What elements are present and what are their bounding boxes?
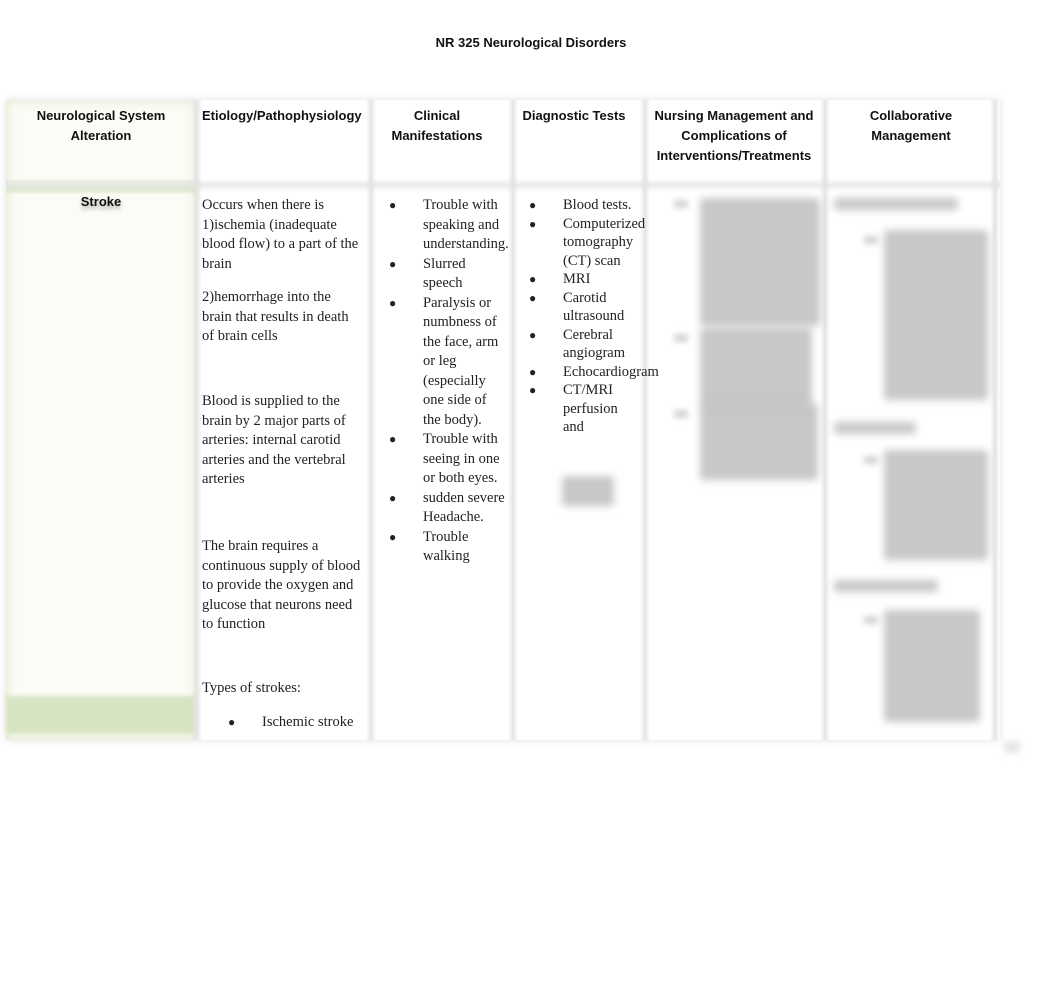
- list-item: ● Ischemic stroke: [226, 713, 366, 733]
- list-item: ● Slurred speech: [389, 255, 466, 292]
- stroke-types-label: Types of strokes:: [202, 680, 301, 696]
- header-clinical-manifestations: Clinical Manifestations: [391, 108, 483, 143]
- list-item: ● sudden severe Headache.: [389, 489, 505, 526]
- page-corner-mark: [1005, 742, 1019, 752]
- list-item: ● Blood tests.: [529, 197, 632, 213]
- column-divider: [990, 100, 1000, 740]
- column-divider: [508, 100, 518, 740]
- column-divider: [640, 100, 650, 740]
- etiology-paragraph: Blood is supplied to the brain by 2 majo…: [202, 393, 346, 487]
- list-item: ● Paralysis or numbness of the face, arm …: [389, 294, 499, 428]
- etiology-paragraph: The brain requires a continuous supply o…: [202, 538, 361, 632]
- bullet-icon: ●: [389, 432, 397, 446]
- alteration-stroke: Stroke: [80, 194, 122, 209]
- header-divider: [6, 178, 1000, 192]
- etiology-paragraph: Occurs when there is 1)ischemia (inadequ…: [202, 197, 359, 272]
- list-item: ● MRI: [529, 271, 591, 287]
- list-item: ● Trouble with speaking and understanding…: [389, 197, 509, 252]
- bullet-icon: ●: [529, 216, 537, 231]
- bullet-icon: ●: [389, 295, 397, 310]
- bullet-icon: ●: [529, 272, 537, 286]
- bullet-icon: ●: [389, 198, 397, 212]
- bullet-icon: ●: [529, 198, 537, 212]
- header-diagnostic-tests: Diagnostic Tests: [522, 108, 626, 123]
- disorders-table: Neurological System Alteration Etiology/…: [6, 100, 1000, 740]
- column-divider: [820, 100, 830, 740]
- footer-band-green: [6, 696, 196, 734]
- clinical-manifestations-list: ● Trouble with speaking and understanding…: [387, 196, 509, 567]
- list-item: ● Computerized tomography (CT) scan: [529, 215, 646, 269]
- bullet-icon: ●: [389, 529, 397, 544]
- bullet-icon: ●: [228, 715, 236, 729]
- header-etiology: Etiology/Pathophysiology: [202, 108, 362, 123]
- list-item: ● Trouble walking: [389, 528, 470, 565]
- bullet-icon: ●: [529, 364, 537, 379]
- header-alteration: Neurological System Alteration: [36, 108, 166, 143]
- list-item: ● Carotid ultrasound: [529, 289, 625, 325]
- blurred-content: [562, 476, 614, 506]
- header-nursing-management: Nursing Management and Complications of …: [654, 108, 814, 163]
- bullet-icon: ●: [529, 290, 537, 305]
- bullet-icon: ●: [389, 490, 397, 505]
- list-item: ● Trouble with seeing in one or both eyes…: [389, 431, 500, 486]
- document-title: NR 325 Neurological Disorders: [435, 35, 627, 50]
- etiology-paragraph: 2)hemorrhage into the brain that results…: [202, 289, 349, 344]
- bullet-icon: ●: [529, 327, 537, 342]
- header-collaborative-management: Collaborative Management: [869, 108, 953, 143]
- bullet-icon: ●: [389, 256, 397, 271]
- list-item: ● Echocardiogram: [529, 363, 659, 380]
- list-item: ● CT/MRI perfusion and: [529, 382, 618, 435]
- list-item: ● Cerebral angiogram: [529, 326, 626, 362]
- stroke-types-list: ● Ischemic stroke: [226, 713, 366, 733]
- bullet-icon: ●: [529, 383, 537, 397]
- column-divider: [366, 100, 376, 740]
- diagnostic-tests-list: ● Blood tests. ● Computerized tomography (…: [527, 196, 659, 437]
